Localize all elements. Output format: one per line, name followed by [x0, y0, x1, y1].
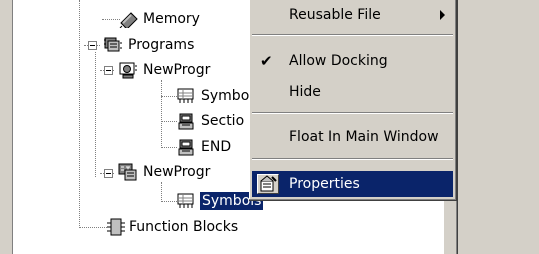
function-block-icon	[107, 218, 125, 236]
menu-item-label: Float In Main Window	[289, 129, 439, 145]
collapse-newprogram-2-icon[interactable]	[104, 169, 113, 178]
menu-item-label: Properties	[289, 176, 360, 192]
collapse-programs-icon[interactable]	[88, 41, 97, 50]
programs-icon	[104, 37, 122, 52]
context-menu: Reusable File ✔ Allow Docking Hide Float…	[249, 0, 457, 201]
menu-item-reusable-file[interactable]: Reusable File	[252, 2, 453, 28]
menu-item-float-in-main-window[interactable]: Float In Main Window	[252, 124, 453, 150]
menu-item-allow-docking[interactable]: ✔ Allow Docking	[252, 48, 453, 74]
tree-item-label: Sectio	[201, 113, 245, 129]
collapse-newprogram-icon[interactable]	[104, 66, 113, 75]
tree-line	[161, 147, 177, 148]
tree-line	[161, 96, 177, 97]
menu-item-label: Reusable File	[289, 7, 381, 23]
tree-line	[102, 19, 120, 20]
menu-item-label: Hide	[289, 84, 321, 100]
submenu-arrow-icon	[440, 10, 445, 20]
menu-separator	[252, 34, 453, 36]
menu-separator	[252, 158, 453, 160]
memory-chip-icon	[119, 12, 138, 28]
tree-item-label: Symbo	[201, 88, 250, 104]
tree-line	[161, 201, 177, 202]
tree-item-label: Function Blocks	[129, 219, 239, 235]
menu-item-properties[interactable]: Properties	[252, 171, 453, 197]
tree-line	[79, 227, 107, 228]
st-program-icon	[118, 163, 137, 181]
tree-item-label: Memory	[143, 11, 200, 27]
tree-item-label: END	[201, 139, 232, 155]
menu-item-hide[interactable]: Hide	[252, 79, 453, 105]
right-pane	[457, 0, 539, 254]
properties-icon	[257, 174, 279, 194]
menu-item-label: Allow Docking	[289, 53, 388, 69]
tree-line	[161, 80, 162, 148]
symbols-icon	[177, 193, 194, 208]
section-icon	[178, 139, 194, 156]
menu-separator	[252, 112, 453, 114]
tree-item-label: NewProgr	[143, 62, 211, 78]
tree-line	[161, 182, 162, 202]
section-icon	[178, 113, 194, 130]
symbols-icon	[177, 88, 194, 103]
program-icon	[119, 62, 137, 79]
checkmark-icon: ✔	[260, 52, 273, 70]
tree-line	[161, 121, 177, 122]
tree-item-label: NewProgr	[143, 164, 211, 180]
tree-item-label: Programs	[128, 37, 195, 53]
tree-line	[79, 0, 80, 228]
tree-line	[95, 52, 96, 177]
